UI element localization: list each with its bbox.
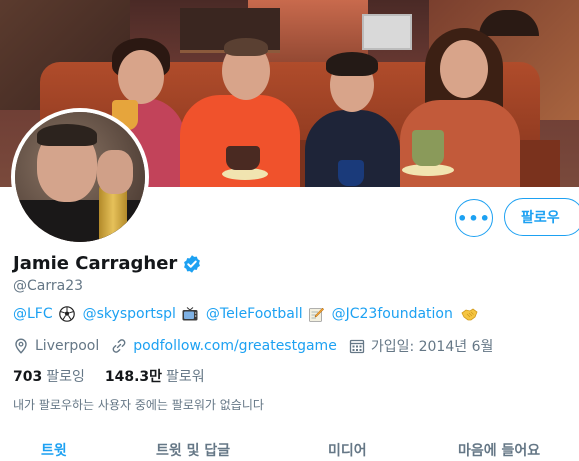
memo-icon: [308, 307, 324, 322]
joined-text: 가입일: 2014년 6월: [370, 339, 494, 355]
location-pin-icon: [15, 338, 27, 354]
profile-handle: @Carra23: [13, 278, 84, 294]
banner-person-1-head: [118, 50, 164, 104]
profile-avatar[interactable]: [11, 108, 149, 246]
banner-person-3-hair: [326, 52, 378, 76]
banner-person-4-head: [440, 40, 488, 98]
tab-tweets-and-replies[interactable]: 트윗 및 답글: [156, 440, 230, 460]
television-icon: [182, 307, 198, 321]
link-icon: [112, 339, 126, 353]
avatar-body: [15, 200, 145, 242]
banner-mug-4: [412, 130, 444, 166]
banner-mug-3: [338, 160, 364, 186]
bio-mention-lfc[interactable]: @LFC: [13, 306, 53, 322]
followers-label: 팔로워: [166, 369, 205, 385]
profile-name-row: Jamie Carragher: [13, 253, 202, 274]
bio-mention-skysportspl[interactable]: @skysportspl: [83, 306, 176, 322]
banner-monitor: [362, 14, 412, 50]
following-count-link[interactable]: 703 팔로잉: [13, 366, 85, 386]
bio-mention-telefootball[interactable]: @TeleFootball: [206, 306, 303, 322]
profile-bio: @LFC @skysportspl @TeleFootball @JC23fou…: [13, 306, 478, 322]
more-options-button[interactable]: •••: [455, 199, 493, 237]
handshake-icon: [461, 308, 478, 320]
bio-mention-jc23foundation[interactable]: @JC23foundation: [332, 306, 453, 322]
followers-count: 148.3만: [104, 369, 163, 385]
avatar-hand: [97, 150, 133, 194]
follow-button[interactable]: 팔로우: [504, 198, 579, 236]
profile-meta: Liverpool podfollow.com/greatestgame 가입일…: [13, 336, 505, 356]
banner-mug-2: [226, 146, 260, 170]
following-count: 703: [13, 369, 43, 385]
display-name: Jamie Carragher: [13, 253, 178, 274]
calendar-icon: [349, 339, 364, 354]
more-dots-icon: •••: [457, 208, 491, 228]
location-item: Liverpool: [13, 338, 99, 354]
soccer-ball-icon: [58, 306, 75, 322]
profile-tabs: 트윗 트윗 및 답글 미디어 마음에 들어요: [0, 440, 579, 461]
followers-count-link[interactable]: 148.3만 팔로워: [105, 366, 205, 386]
location-text: Liverpool: [35, 338, 100, 354]
tab-tweets[interactable]: 트윗: [41, 440, 67, 460]
tab-likes[interactable]: 마음에 들어요: [458, 440, 540, 460]
website-link[interactable]: podfollow.com/greatestgame: [133, 338, 337, 354]
avatar-hair: [37, 124, 97, 146]
follow-button-label: 팔로우: [521, 210, 560, 226]
follow-counts: 703 팔로잉 148.3만 팔로워: [13, 366, 225, 386]
website-item: podfollow.com/greatestgame: [111, 338, 337, 354]
following-label: 팔로잉: [46, 369, 85, 385]
verified-badge-icon: [184, 254, 201, 273]
joined-item: 가입일: 2014년 6월: [349, 336, 494, 356]
tab-media[interactable]: 미디어: [328, 440, 367, 460]
followers-you-know-note: 내가 팔로우하는 사용자 중에는 팔로워가 없습니다: [13, 398, 264, 412]
banner-person-2-hair: [224, 38, 268, 56]
